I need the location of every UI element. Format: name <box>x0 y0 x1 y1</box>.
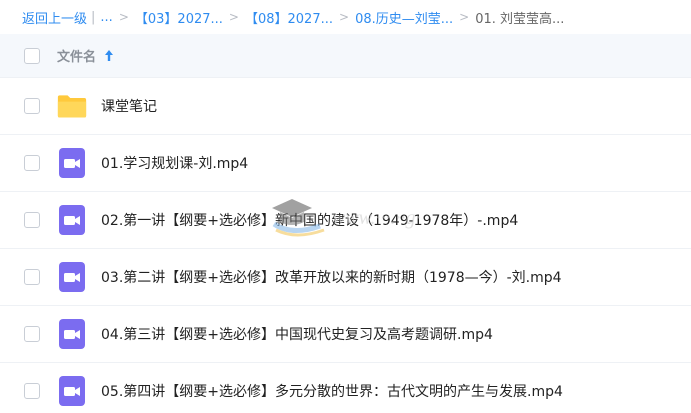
list-item[interactable]: 05.第四讲【纲要+选必修】多元分散的世界：古代文明的产生与发展.mp4 <box>0 363 691 413</box>
file-list: 课堂笔记 01.学习规划课-刘.mp4 02.第一讲【纲要+选必修】新中国的建设… <box>0 78 691 413</box>
file-browser: 返回上一级 | ... > 【03】2027... > 【08】2027... … <box>0 0 691 413</box>
video-file-icon <box>57 262 87 292</box>
video-file-icon <box>57 148 87 178</box>
filename-column-label: 文件名 <box>57 50 97 65</box>
row-checkbox[interactable] <box>24 269 40 285</box>
breadcrumb-item[interactable]: 08.历史—刘莹... <box>355 8 453 27</box>
chevron-right-icon: > <box>339 10 350 24</box>
sort-arrow-up-icon[interactable] <box>104 49 114 62</box>
file-name: 01.学习规划课-刘.mp4 <box>101 156 249 172</box>
video-file-icon <box>57 205 87 235</box>
video-file-icon <box>57 319 87 349</box>
file-name: 04.第三讲【纲要+选必修】中国现代史复习及高考题调研.mp4 <box>101 327 493 343</box>
back-link[interactable]: 返回上一级 <box>22 8 87 27</box>
breadcrumb-divider: | <box>91 9 96 25</box>
folder-icon <box>57 91 87 121</box>
list-item[interactable]: 04.第三讲【纲要+选必修】中国现代史复习及高考题调研.mp4 <box>0 306 691 363</box>
chevron-right-icon: > <box>118 10 129 24</box>
chevron-right-icon: > <box>459 10 470 24</box>
list-item[interactable]: 02.第一讲【纲要+选必修】新中国的建设（1949-1978年）-.mp4 <box>0 192 691 249</box>
select-all-checkbox[interactable] <box>24 47 40 64</box>
breadcrumb-current: 01. 刘莹莹高... <box>475 11 565 27</box>
breadcrumb-item[interactable]: 【08】2027... <box>245 8 333 27</box>
breadcrumb-item[interactable]: 【03】2027... <box>135 8 223 27</box>
list-item[interactable]: 01.学习规划课-刘.mp4 <box>0 135 691 192</box>
video-file-icon <box>57 376 87 406</box>
chevron-right-icon: > <box>228 10 239 24</box>
row-checkbox[interactable] <box>24 383 40 399</box>
row-checkbox[interactable] <box>24 326 40 342</box>
filename-column-header[interactable]: 文件名 <box>57 46 114 65</box>
row-checkbox[interactable] <box>24 212 40 228</box>
row-checkbox[interactable] <box>24 98 40 114</box>
file-name: 02.第一讲【纲要+选必修】新中国的建设（1949-1978年）-.mp4 <box>101 213 519 229</box>
file-name: 03.第二讲【纲要+选必修】改革开放以来的新时期（1978—今）-刘.mp4 <box>101 270 562 286</box>
list-item[interactable]: 03.第二讲【纲要+选必修】改革开放以来的新时期（1978—今）-刘.mp4 <box>0 249 691 306</box>
file-name: 课堂笔记 <box>101 99 157 115</box>
list-item[interactable]: 课堂笔记 <box>0 78 691 135</box>
row-checkbox[interactable] <box>24 155 40 171</box>
breadcrumb-ellipsis[interactable]: ... <box>100 10 112 25</box>
file-name: 05.第四讲【纲要+选必修】多元分散的世界：古代文明的产生与发展.mp4 <box>101 384 563 400</box>
file-list-header: 文件名 <box>0 34 691 78</box>
breadcrumb: 返回上一级 | ... > 【03】2027... > 【08】2027... … <box>0 0 691 34</box>
